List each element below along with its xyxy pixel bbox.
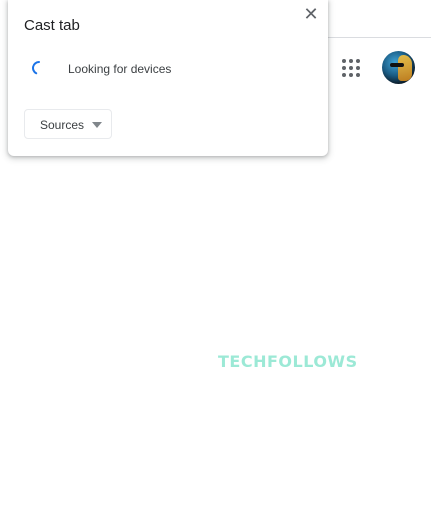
close-icon[interactable]: ✕ (302, 5, 320, 23)
apps-dot (349, 73, 353, 77)
cast-dialog: Cast tab ✕ Looking for devices Sources (8, 0, 328, 156)
apps-dot (349, 66, 353, 70)
apps-dot (342, 59, 346, 63)
apps-dot (342, 66, 346, 70)
sources-label: Sources (40, 118, 85, 132)
dialog-title: Cast tab (24, 17, 80, 34)
chevron-down-icon (92, 122, 102, 128)
sources-dropdown[interactable]: Sources (24, 109, 112, 139)
top-bar-divider (328, 37, 431, 38)
apps-dot (349, 59, 353, 63)
apps-dot (356, 73, 360, 77)
status-text: Looking for devices (68, 62, 172, 76)
avatar[interactable] (382, 51, 415, 84)
apps-dot (342, 73, 346, 77)
apps-dot (356, 66, 360, 70)
apps-dot (356, 59, 360, 63)
apps-grid-icon[interactable] (342, 59, 360, 77)
loading-spinner-icon (32, 61, 40, 75)
browser-page: Cast tab ✕ Looking for devices Sources T… (0, 0, 431, 516)
watermark-text: TECHFOLLOWS (218, 352, 358, 371)
